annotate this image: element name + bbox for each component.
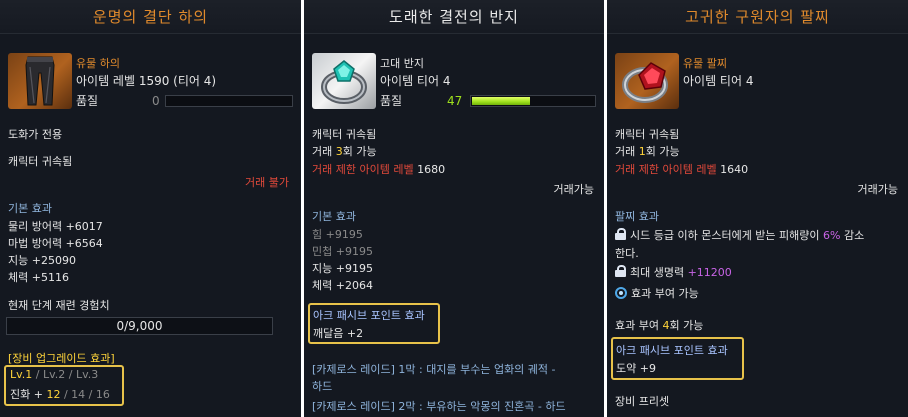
trade-status: 거래 불가: [245, 176, 289, 189]
stat-line: 마법 방어력 +6564: [8, 237, 103, 250]
stat-line: 체력 +2064: [312, 279, 373, 292]
bracelet-effect-line: 시드 등급 이하 몬스터에게 받는 피해량이 6% 감소: [615, 227, 864, 243]
quality-label: 품질: [380, 94, 403, 108]
stat-line: 지능 +25090: [8, 254, 76, 267]
trade-status: 거래가능: [553, 183, 594, 196]
class-restriction: 도화가 전용: [8, 128, 63, 141]
upgrade-label: [장비 업그레이드 효과]: [8, 352, 115, 365]
quality-bar: [165, 95, 293, 107]
trade-count: 거래 3회 가능: [312, 143, 377, 159]
trade-count-suffix: 회 가능: [342, 145, 377, 158]
grant-count: 효과 부여 4회 가능: [615, 317, 703, 333]
bound-status: 캐릭터 귀속됨: [615, 128, 680, 141]
trade-count-suffix: 회 가능: [645, 145, 680, 158]
lock-icon: [615, 265, 626, 277]
tooltip-bracelet: 고귀한 구원자의 팔찌 유물 팔찌 아이템 티어 4 캐릭터 귀속됨 거래 1회…: [607, 0, 908, 417]
grant-prefix: 효과 부여: [615, 319, 663, 332]
ring-item-icon: [312, 53, 376, 109]
swirl-icon: [615, 287, 627, 299]
effect-text-suffix: 감소: [840, 229, 865, 242]
quality-value: 0: [152, 94, 160, 108]
raid-source-cont: 하드: [312, 380, 333, 393]
effect-text: 최대 생명력: [630, 266, 688, 279]
bracelet-effect-label: 팔찌 효과: [615, 210, 659, 223]
trade-level-label: 거래 제한 아이템 레벨: [615, 163, 717, 176]
level-max: Lv.3: [75, 368, 99, 381]
upgrade-levels: Lv.1 / Lv.2 / Lv.3: [10, 368, 98, 381]
bracelet-effect-cont: 한다.: [615, 247, 639, 260]
trade-count-value: 1: [638, 145, 646, 158]
separator: /: [32, 368, 43, 381]
trade-count-value: 3: [335, 145, 343, 158]
trade-level-restriction: 거래 제한 아이템 레벨 1640: [615, 161, 748, 177]
evolution-current: 12: [46, 388, 61, 401]
base-effect-label: 기본 효과: [312, 210, 356, 223]
evolution-prefix: 진화 +: [10, 388, 47, 401]
trade-count: 거래 1회 가능: [615, 143, 680, 159]
trade-level-value: 1680: [413, 163, 446, 176]
trade-level-label: 거래 제한 아이템 레벨: [312, 163, 414, 176]
effect-text: 효과 부여 가능: [631, 287, 699, 300]
equipment-preset: 장비 프리셋: [615, 395, 670, 408]
item-level: 아이템 레벨 1590 (티어 4): [76, 74, 217, 88]
trade-level-value: 1640: [716, 163, 749, 176]
bound-status: 캐릭터 귀속됨: [8, 155, 73, 168]
evolution-values: 진화 + 12 / 14 / 16: [10, 386, 110, 402]
level-current: Lv.1: [10, 368, 33, 381]
bound-status: 캐릭터 귀속됨: [312, 128, 377, 141]
exp-label: 현재 단계 재련 경험치: [8, 299, 110, 312]
stat-line: 물리 방어력 +6017: [8, 220, 103, 233]
item-grade: 고대 반지: [380, 57, 424, 70]
quality-bar-fill: [472, 97, 531, 105]
ark-passive-label: 아크 패시브 포인트 효과: [616, 344, 728, 357]
separator: /: [85, 388, 96, 401]
item-tier: 아이템 티어 4: [380, 74, 451, 88]
trade-level-restriction: 거래 제한 아이템 레벨 1680: [312, 161, 445, 177]
bracelet-item-icon: [615, 53, 679, 109]
item-grade: 유물 팔찌: [683, 57, 727, 70]
raid-source: [카제로스 레이드] 1막 : 대지를 부수는 업화의 궤적 -: [312, 363, 556, 376]
exp-value: 0/9,000: [116, 319, 163, 333]
level-next: Lv.2: [42, 368, 66, 381]
bracelet-effect-line: 효과 부여 가능: [615, 285, 699, 301]
grant-suffix: 회 가능: [669, 319, 704, 332]
item-title: 운명의 결단 하의: [0, 0, 301, 34]
quality-value: 47: [447, 94, 463, 108]
item-title: 도래한 결전의 반지: [304, 0, 604, 34]
item-title: 고귀한 구원자의 팔찌: [607, 0, 908, 34]
quality-label: 품질: [76, 94, 99, 108]
evolution-next: 14: [71, 388, 86, 401]
raid-source: [카제로스 레이드] 2막 : 부유하는 악몽의 진혼곡 - 하드: [312, 400, 566, 413]
separator: /: [65, 368, 76, 381]
quality-bar: [470, 95, 596, 107]
effect-value: +11200: [687, 266, 732, 279]
evolution-max: 16: [95, 388, 110, 401]
stat-line: 지능 +9195: [312, 262, 373, 275]
tooltip-pants: 운명의 결단 하의 유물 하의 아이템 레벨 1590 (티어 4) 품질 0 …: [0, 0, 301, 417]
separator: /: [60, 388, 72, 401]
lock-icon: [615, 228, 626, 240]
trade-count-prefix: 거래: [615, 145, 639, 158]
stat-line-inactive: 민첩 +9195: [312, 245, 373, 258]
trade-count-prefix: 거래: [312, 145, 336, 158]
stat-line-inactive: 힘 +9195: [312, 228, 363, 241]
base-effect-label: 기본 효과: [8, 202, 52, 215]
effect-value: 6%: [823, 229, 841, 242]
item-grade: 유물 하의: [76, 57, 120, 70]
ark-passive-value: 도약 +9: [616, 362, 656, 375]
ark-passive-label: 아크 패시브 포인트 효과: [313, 309, 425, 322]
pants-item-icon: [8, 53, 72, 109]
effect-text: 시드 등급 이하 몬스터에게 받는 피해량이: [630, 229, 824, 242]
stat-line: 체력 +5116: [8, 271, 69, 284]
tooltip-ring: 도래한 결전의 반지 고대 반지 아이템 티어 4 품질 47 캐릭터 귀속됨 …: [304, 0, 604, 417]
ark-passive-value: 깨달음 +2: [313, 327, 364, 340]
trade-status: 거래가능: [857, 183, 898, 196]
item-tier: 아이템 티어 4: [683, 74, 754, 88]
bracelet-effect-line: 최대 생명력 +11200: [615, 264, 732, 280]
exp-bar: 0/9,000: [6, 317, 273, 335]
